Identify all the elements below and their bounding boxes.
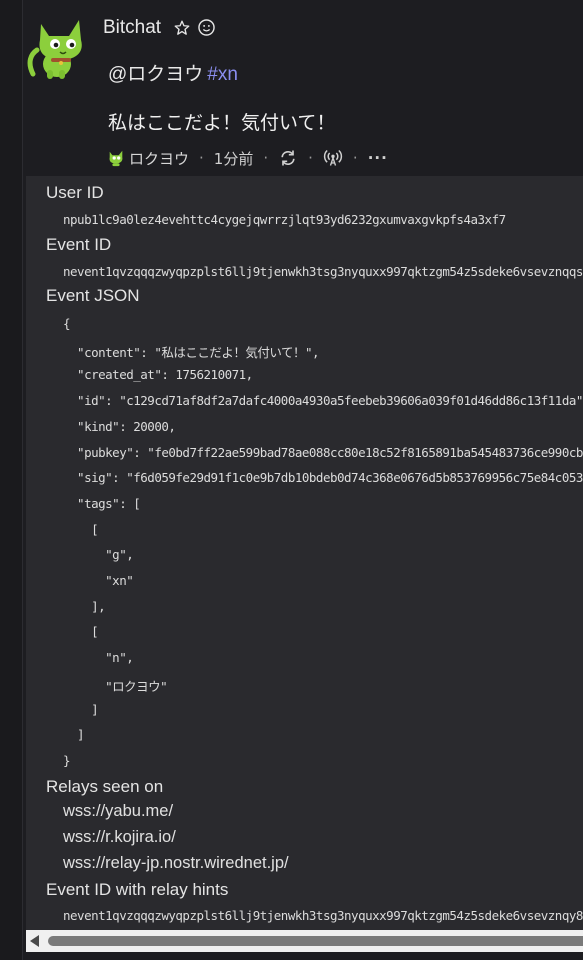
json-line: "n", — [63, 650, 134, 666]
json-line: ] — [63, 701, 99, 717]
json-line: { — [63, 316, 71, 331]
json-line: "sig": "f6d059fe29d91f1c0e9b7db10bdeb0d7… — [63, 470, 583, 486]
json-line: "pubkey": "fe0bd7ff22ae599bad78ae088cc80… — [63, 444, 583, 460]
json-line: "created_at": 1756210071, — [63, 367, 253, 383]
meta-separator: · — [352, 149, 358, 167]
relay-antenna-icon[interactable] — [323, 148, 343, 168]
horizontal-scrollbar[interactable] — [26, 930, 583, 952]
author-avatar-small[interactable] — [107, 149, 125, 167]
json-line: [ — [63, 521, 99, 537]
meta-author-name[interactable]: ロクヨウ — [129, 148, 189, 169]
json-line: "xn" — [63, 573, 134, 588]
smiley-icon[interactable] — [197, 18, 216, 37]
relay-hints-value[interactable]: nevent1qvzqqqzwyqpzplst6llj9tjenwkh3tsg3… — [63, 908, 583, 923]
relay-item[interactable]: wss://relay-jp.nostr.wirednet.jp/ — [63, 854, 289, 873]
json-line: "g", — [63, 547, 134, 563]
json-line: "tags": [ — [63, 495, 141, 511]
json-line: [ — [63, 624, 99, 640]
json-line: ] — [63, 727, 85, 743]
relay-item[interactable]: wss://yabu.me/ — [63, 802, 173, 821]
json-line: "kind": 20000, — [63, 418, 176, 434]
scroll-left-arrow-icon[interactable] — [30, 935, 39, 947]
post-message: 私はここだよ！気付いて！ — [108, 112, 336, 134]
bottom-spacer — [26, 952, 583, 960]
json-line: "content": "私はここだよ！気付いて！", — [63, 344, 320, 360]
json-line: } — [63, 752, 71, 768]
user-id-label: User ID — [46, 183, 104, 202]
author-name[interactable]: Bitchat — [103, 17, 161, 39]
hashtag-link[interactable]: #xn — [207, 64, 238, 85]
mention-line: @ロクヨウ #xn — [108, 59, 238, 86]
author-avatar[interactable] — [27, 14, 91, 80]
meta-separator: · — [263, 149, 269, 167]
mention-link[interactable]: @ロクヨウ — [108, 64, 203, 85]
more-icon[interactable]: ··· — [368, 149, 388, 167]
relay-item[interactable]: wss://r.kojira.io/ — [63, 828, 176, 847]
left-edge-divider — [0, 0, 23, 960]
author-badges — [173, 18, 216, 37]
event-details-panel: User ID npub1lc9a0lez4evehttc4cygejqwrrz… — [26, 176, 583, 930]
json-line: ], — [63, 598, 106, 614]
meta-separator: · — [199, 149, 204, 167]
event-id-label: Event ID — [46, 235, 112, 254]
repost-icon[interactable] — [278, 148, 298, 168]
star-icon[interactable] — [173, 19, 191, 37]
scroll-thumb[interactable] — [48, 936, 583, 946]
post-time[interactable]: 1分前 — [214, 148, 254, 169]
relays-label: Relays seen on — [46, 777, 164, 796]
json-line: "id": "c129cd71af8df2a7dafc4000a4930a5fe… — [63, 393, 583, 409]
event-id-value[interactable]: nevent1qvzqqqzwyqpzplst6llj9tjenwkh3tsg3… — [63, 264, 583, 279]
event-json-label: Event JSON — [46, 286, 140, 305]
post-card: Bitchat @ロクヨウ #xn 私はここだよ！気付いて！ ロクヨウ · 1分前… — [23, 0, 583, 960]
user-id-value[interactable]: npub1lc9a0lez4evehttc4cygejqwrrzjlqt93yd… — [63, 212, 506, 227]
meta-separator: · — [308, 149, 313, 167]
relay-hints-label: Event ID with relay hints — [46, 880, 229, 899]
post-meta-row: ロクヨウ · 1分前 · · · ··· — [107, 146, 388, 170]
json-line: "ロクヨウ" — [63, 678, 168, 694]
